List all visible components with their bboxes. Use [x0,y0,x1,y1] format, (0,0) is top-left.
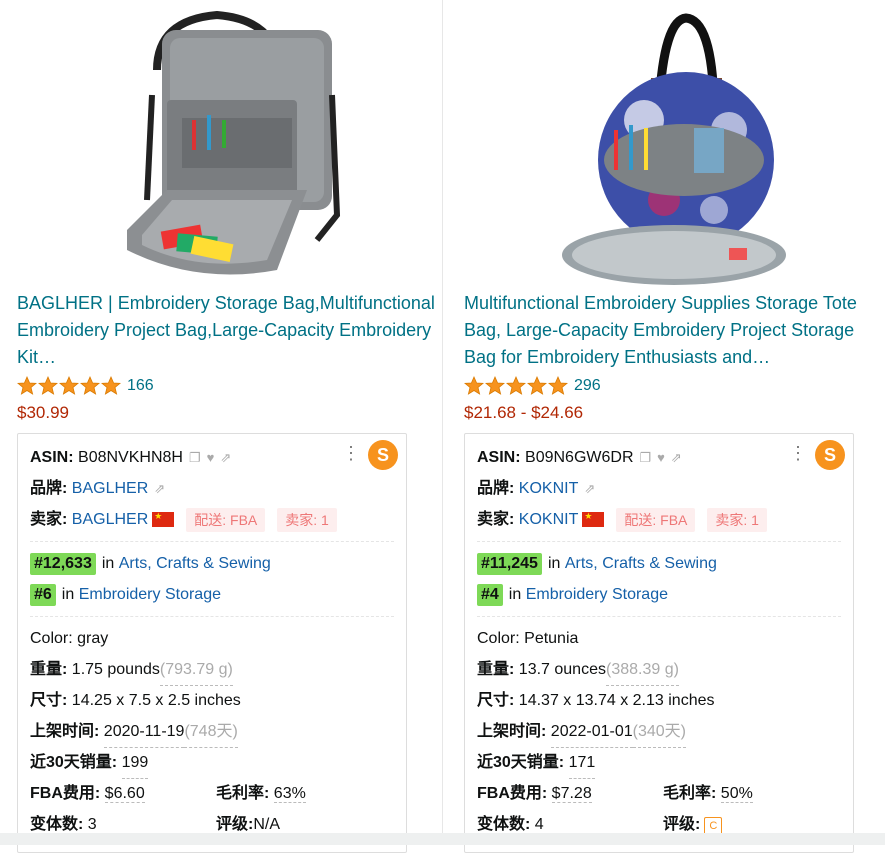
rank-row-2: #4 in Embroidery Storage [477,579,841,610]
rank-badge: #12,633 [30,552,96,575]
star-icon [548,376,568,395]
share-icon[interactable]: ⇗ [220,442,231,473]
heart-icon[interactable]: ♥ [657,442,665,473]
star-rating [464,376,568,396]
brand-row: 品牌: BAGLHER ⇗ [30,473,394,504]
share-icon[interactable]: ⇗ [584,473,595,504]
price: $30.99 [17,403,69,422]
star-icon [38,376,58,395]
product-title[interactable]: BAGLHER | Embroidery Storage Bag,Multifu… [17,290,437,371]
rank-badge: #11,245 [477,552,542,575]
star-rating [17,376,121,396]
copy-icon[interactable]: ❐ [640,442,652,473]
product-card-2: Multifunctional Embroidery Supplies Stor… [464,0,885,425]
rank-badge: #4 [477,583,503,606]
logo-icon[interactable]: S [368,440,398,470]
fba-margin-row: FBA费用: $7.28 毛利率: 50% [477,785,753,803]
size-row: 尺寸: 14.25 x 7.5 x 2.5 inches [30,692,241,709]
rating-count[interactable]: 296 [574,377,601,395]
separator [477,616,841,617]
seller-link[interactable]: KOKNIT [519,504,579,535]
product-title[interactable]: Multifunctional Embroidery Supplies Stor… [464,290,884,371]
logo-icon[interactable]: S [815,440,845,470]
category-link[interactable]: Embroidery Storage [526,579,668,610]
seller-row: 卖家: BAGLHER 配送: FBA 卖家: 1 [30,504,394,535]
category-link[interactable]: Arts, Crafts & Sewing [565,548,717,579]
shipping-chip: 配送: FBA [616,507,696,532]
star-icon [17,376,37,395]
color-row: Color: Petunia [477,630,579,647]
asin-row: ASIN: B08NVKHN8H ❐ ♥ ⇗ [30,442,394,473]
horizontal-scrollbar[interactable] [0,833,885,845]
seller-link[interactable]: BAGLHER [72,504,148,535]
size-row: 尺寸: 14.37 x 13.74 x 2.13 inches [477,692,715,709]
star-icon [527,376,547,395]
brand-link[interactable]: KOKNIT [519,473,579,504]
price: $21.68 - $24.66 [464,403,584,422]
china-flag-icon [582,512,605,527]
asin-value[interactable]: B08NVKHN8H [78,442,183,473]
star-icon [506,376,526,395]
heart-icon[interactable]: ♥ [207,442,215,473]
category-link[interactable]: Arts, Crafts & Sewing [119,548,271,579]
weight-row: 重量: 1.75 pounds (793.79 g) [30,654,394,686]
sellers-chip[interactable]: 卖家: 1 [277,507,337,532]
rating[interactable]: 166 [17,373,447,399]
rank-row-1: #11,245 in Arts, Crafts & Sewing [477,548,841,579]
rank-row-1: #12,633 in Arts, Crafts & Sewing [30,548,394,579]
shipping-chip: 配送: FBA [186,507,266,532]
product-image[interactable] [464,0,885,290]
separator [30,541,394,542]
star-icon [80,376,100,395]
product-info-panel-1: ⋮ S ASIN: B08NVKHN8H ❐ ♥ ⇗ 品牌: BAGLHER ⇗ 卖… [17,433,407,853]
fba-margin-row: FBA费用: $6.60 毛利率: 63% [30,785,306,803]
sales-row: 近30天销量: 171 [477,747,841,779]
listed-row: 上架时间: 2022-01-01 (340天) [477,716,841,748]
share-icon[interactable]: ⇗ [671,442,682,473]
star-icon [464,376,484,395]
rating[interactable]: 296 [464,373,885,399]
separator [477,541,841,542]
product-card-1: BAGLHER | Embroidery Storage Bag,Multifu… [17,0,447,425]
share-icon[interactable]: ⇗ [154,473,165,504]
rank-row-2: #6 in Embroidery Storage [30,579,394,610]
product-info-panel-2: ⋮ S ASIN: B09N6GW6DR ❐ ♥ ⇗ 品牌: KOKNIT ⇗ 卖家… [464,433,854,853]
more-icon[interactable]: ⋮ [342,444,360,462]
star-icon [59,376,79,395]
product-image[interactable] [17,0,447,290]
sales-row: 近30天销量: 199 [30,747,394,779]
rating-count[interactable]: 166 [127,377,154,395]
seller-row: 卖家: KOKNIT 配送: FBA 卖家: 1 [477,504,841,535]
star-icon [101,376,121,395]
more-icon[interactable]: ⋮ [789,444,807,462]
brand-link[interactable]: BAGLHER [72,473,148,504]
star-icon [485,376,505,395]
separator [30,616,394,617]
brand-row: 品牌: KOKNIT ⇗ [477,473,841,504]
listed-row: 上架时间: 2020-11-19 (748天) [30,716,394,748]
sellers-chip[interactable]: 卖家: 1 [707,507,767,532]
category-link[interactable]: Embroidery Storage [79,579,221,610]
asin-row: ASIN: B09N6GW6DR ❐ ♥ ⇗ [477,442,841,473]
rank-badge: #6 [30,583,56,606]
china-flag-icon [152,512,175,527]
weight-row: 重量: 13.7 ounces (388.39 g) [477,654,841,686]
copy-icon[interactable]: ❐ [189,442,201,473]
color-row: Color: gray [30,630,109,647]
asin-value[interactable]: B09N6GW6DR [525,442,633,473]
